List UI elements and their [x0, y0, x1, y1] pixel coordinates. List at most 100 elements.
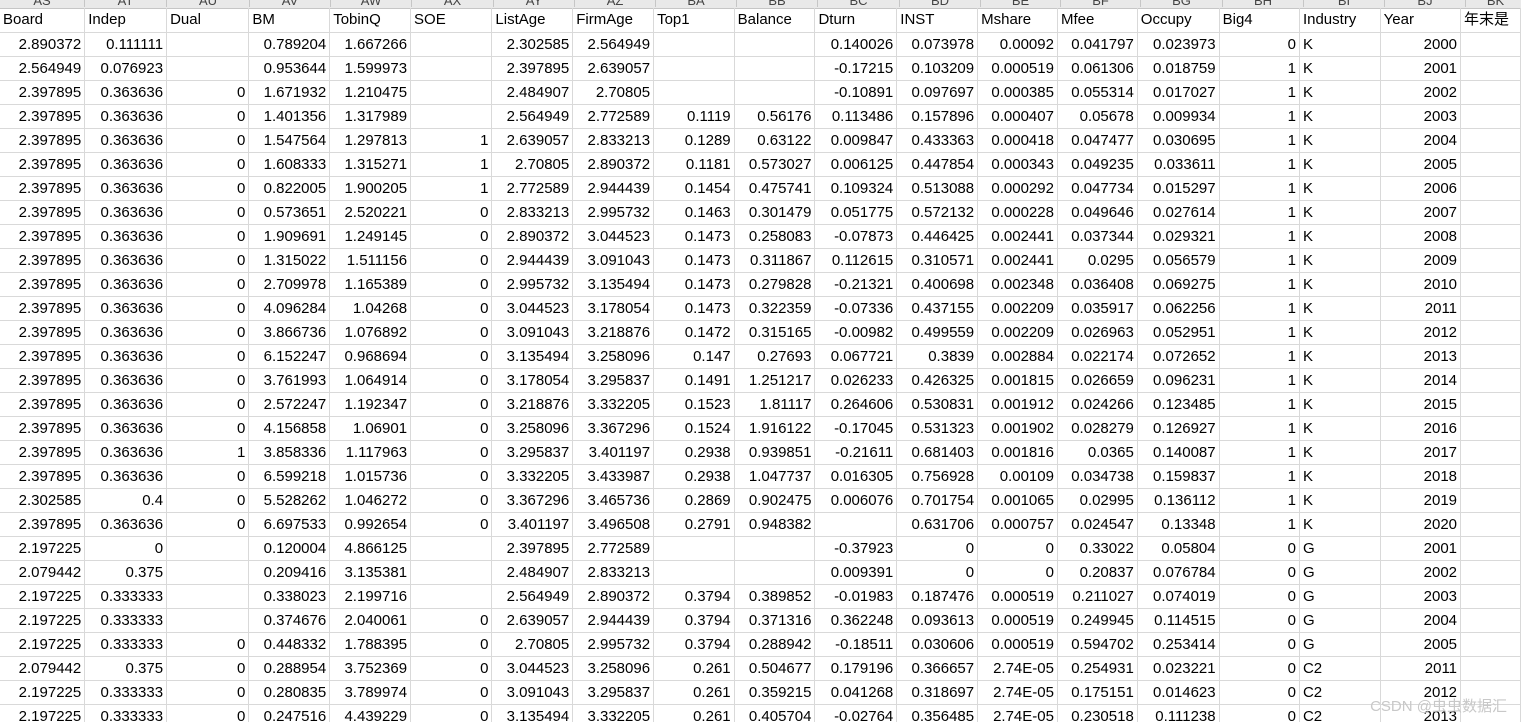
table-cell[interactable]: 2020: [1380, 512, 1462, 537]
table-cell[interactable]: 2000: [1380, 32, 1462, 57]
column-letter-az[interactable]: AZ: [575, 0, 656, 8]
table-cell[interactable]: 3.044523: [491, 656, 574, 681]
table-cell[interactable]: [166, 584, 250, 609]
table-cell[interactable]: 0.437155: [896, 296, 979, 321]
table-cell[interactable]: 0.014623: [1137, 680, 1220, 705]
table-cell[interactable]: 2.74E-05: [977, 704, 1058, 722]
table-cell[interactable]: [1460, 200, 1521, 225]
table-cell[interactable]: 3.135494: [572, 272, 655, 297]
table-cell[interactable]: 3.433987: [572, 464, 655, 489]
table-cell[interactable]: 0: [1219, 584, 1300, 609]
table-cell[interactable]: 0.301479: [734, 200, 816, 225]
table-cell[interactable]: 0: [166, 248, 250, 273]
table-cell[interactable]: 0.109324: [814, 176, 898, 201]
table-cell[interactable]: 0: [977, 560, 1058, 585]
table-cell[interactable]: 2.397895: [0, 464, 86, 489]
table-cell[interactable]: 2.564949: [491, 584, 574, 609]
table-cell[interactable]: 0: [896, 536, 979, 561]
table-cell[interactable]: 2.199716: [329, 584, 412, 609]
table-cell[interactable]: 0.63122: [734, 128, 816, 153]
table-cell[interactable]: 0.000519: [977, 56, 1058, 81]
table-cell[interactable]: G: [1299, 584, 1381, 609]
table-cell[interactable]: 2001: [1380, 56, 1462, 81]
table-cell[interactable]: 3.044523: [572, 224, 655, 249]
table-cell[interactable]: 0.701754: [896, 488, 979, 513]
table-cell[interactable]: 3.178054: [491, 368, 574, 393]
table-cell[interactable]: 2.772589: [491, 176, 574, 201]
header-cell-2[interactable]: Indep: [84, 8, 168, 33]
table-cell[interactable]: 2.197225: [0, 536, 86, 561]
table-cell[interactable]: [1460, 368, 1521, 393]
table-cell[interactable]: 1.599973: [329, 56, 412, 81]
table-cell[interactable]: 2.639057: [491, 128, 574, 153]
table-cell[interactable]: 2.197225: [0, 632, 86, 657]
table-cell[interactable]: 0.002209: [977, 320, 1058, 345]
header-cell-1[interactable]: Board: [0, 8, 86, 33]
table-cell[interactable]: [1460, 344, 1521, 369]
table-cell[interactable]: [410, 80, 493, 105]
table-cell[interactable]: 0.1473: [653, 248, 735, 273]
table-cell[interactable]: 0.049235: [1057, 152, 1138, 177]
table-cell[interactable]: 0.126927: [1137, 416, 1220, 441]
table-cell[interactable]: 2003: [1380, 584, 1462, 609]
table-cell[interactable]: 0: [166, 272, 250, 297]
table-cell[interactable]: 0.097697: [896, 80, 979, 105]
table-cell[interactable]: 2.197225: [0, 608, 86, 633]
table-cell[interactable]: 0.56176: [734, 104, 816, 129]
table-cell[interactable]: 1.317989: [329, 104, 412, 129]
table-cell[interactable]: 2004: [1380, 608, 1462, 633]
table-cell[interactable]: 2.520221: [329, 200, 412, 225]
table-cell[interactable]: 2.639057: [491, 608, 574, 633]
table-cell[interactable]: [166, 56, 250, 81]
table-cell[interactable]: [1460, 56, 1521, 81]
table-cell[interactable]: 3.332205: [491, 464, 574, 489]
table-cell[interactable]: 0.363636: [84, 320, 168, 345]
table-cell[interactable]: 0.311867: [734, 248, 816, 273]
header-cell-5[interactable]: TobinQ: [329, 8, 412, 33]
table-cell[interactable]: [1460, 704, 1521, 722]
table-cell[interactable]: [1460, 536, 1521, 561]
table-cell[interactable]: 2006: [1380, 176, 1462, 201]
table-cell[interactable]: 0: [410, 704, 493, 722]
column-letter-bd[interactable]: BD: [900, 0, 981, 8]
table-cell[interactable]: 1.117963: [329, 440, 412, 465]
table-cell[interactable]: 0: [166, 320, 250, 345]
table-cell[interactable]: 6.697533: [248, 512, 331, 537]
table-cell[interactable]: 5.528262: [248, 488, 331, 513]
table-cell[interactable]: 2.079442: [0, 560, 86, 585]
table-cell[interactable]: 2019: [1380, 488, 1462, 513]
table-cell[interactable]: 2.397895: [0, 200, 86, 225]
table-cell[interactable]: [734, 80, 816, 105]
table-cell[interactable]: 1.06901: [329, 416, 412, 441]
table-cell[interactable]: 2013: [1380, 344, 1462, 369]
table-cell[interactable]: G: [1299, 536, 1381, 561]
table-cell[interactable]: 0.280835: [248, 680, 331, 705]
table-cell[interactable]: -0.01983: [814, 584, 898, 609]
table-cell[interactable]: 2.302585: [0, 488, 86, 513]
table-cell[interactable]: 0: [410, 368, 493, 393]
table-cell[interactable]: 0: [166, 512, 250, 537]
table-cell[interactable]: 1: [1219, 296, 1300, 321]
table-cell[interactable]: 1.165389: [329, 272, 412, 297]
header-cell-6[interactable]: SOE: [410, 8, 493, 33]
column-letter-bi[interactable]: BI: [1304, 0, 1385, 8]
table-cell[interactable]: 1.192347: [329, 392, 412, 417]
table-cell[interactable]: 1.249145: [329, 224, 412, 249]
table-cell[interactable]: -0.18511: [814, 632, 898, 657]
table-cell[interactable]: K: [1299, 104, 1381, 129]
table-cell[interactable]: -0.07336: [814, 296, 898, 321]
table-cell[interactable]: 0.3794: [653, 584, 735, 609]
table-cell[interactable]: 0: [1219, 680, 1300, 705]
table-cell[interactable]: 2.397895: [0, 440, 86, 465]
table-cell[interactable]: 2.70805: [572, 80, 655, 105]
table-cell[interactable]: 0.573027: [734, 152, 816, 177]
table-cell[interactable]: 2.772589: [572, 104, 655, 129]
table-cell[interactable]: 0.681403: [896, 440, 979, 465]
header-cell-17[interactable]: Industry: [1299, 8, 1381, 33]
table-cell[interactable]: 1: [1219, 272, 1300, 297]
table-cell[interactable]: 2.890372: [491, 224, 574, 249]
table-cell[interactable]: 0.902475: [734, 488, 816, 513]
table-cell[interactable]: 0.067721: [814, 344, 898, 369]
table-cell[interactable]: 0.318697: [896, 680, 979, 705]
table-cell[interactable]: [1460, 680, 1521, 705]
